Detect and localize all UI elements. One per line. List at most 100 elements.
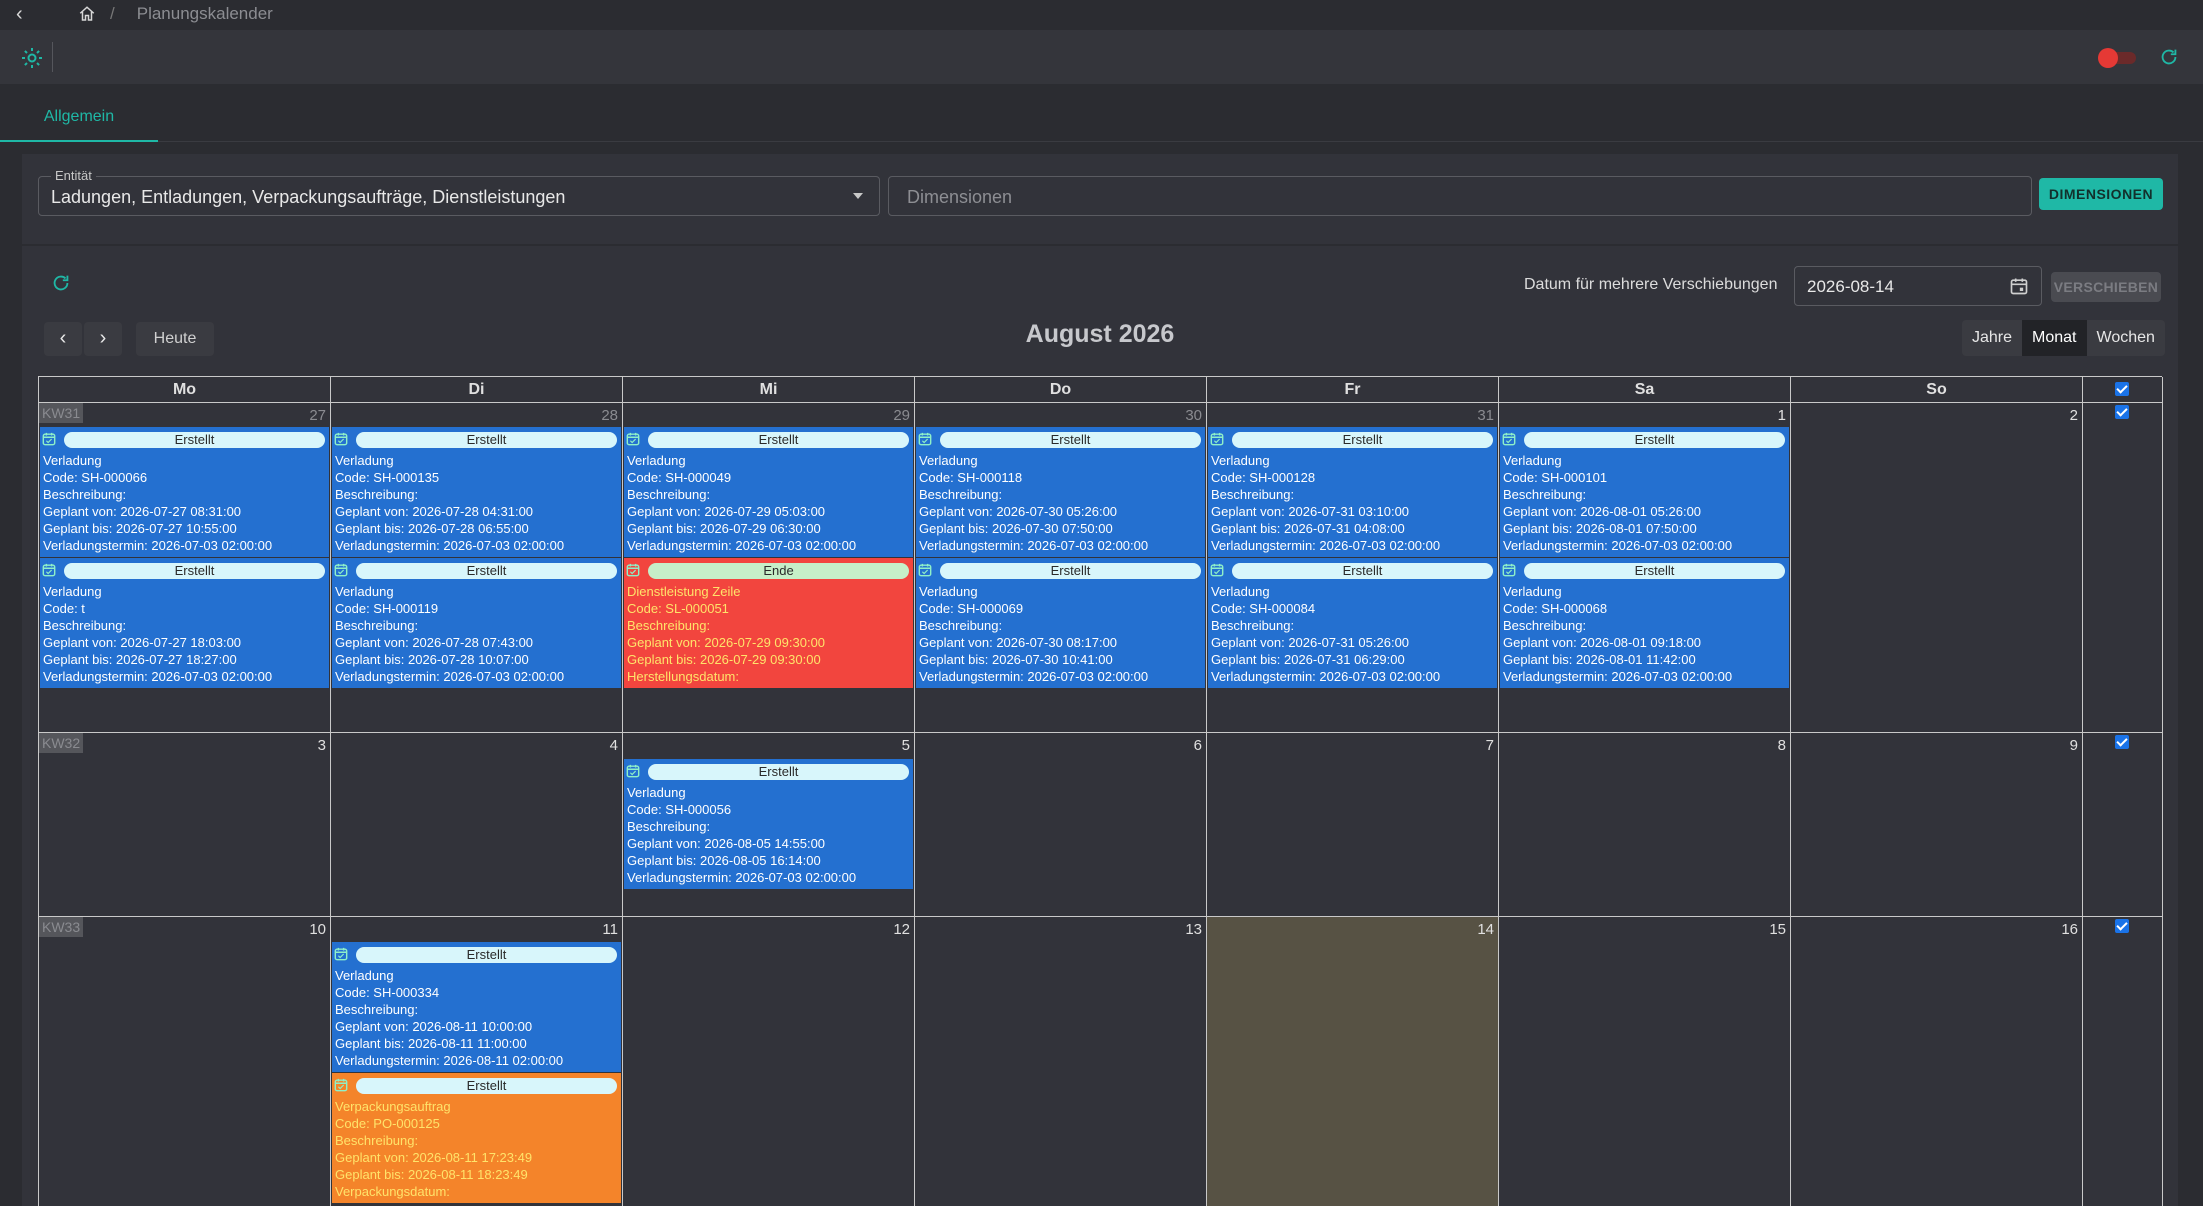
weekday-header: Do xyxy=(915,377,1207,403)
entity-value: Ladungen, Entladungen, Verpackungsaufträ… xyxy=(51,187,566,207)
shift-button[interactable]: VERSCHIEBEN xyxy=(2051,272,2161,302)
event-calendar-icon xyxy=(1210,563,1224,577)
mode-toggle[interactable] xyxy=(2098,48,2138,68)
event-detail-line: Geplant bis: 2026-07-29 09:30:00 xyxy=(627,652,821,667)
event-detail-line: Beschreibung: xyxy=(627,618,711,633)
event-detail-line: Verladungstermin: 2026-07-03 02:00:00 xyxy=(1211,669,1441,684)
shift-date-input[interactable]: 2026-08-14 xyxy=(1794,266,2042,306)
event-detail-line: Geplant bis: 2026-07-30 07:50:00 xyxy=(919,521,1113,536)
event-detail-line: Geplant von: 2026-07-30 08:17:00 xyxy=(919,635,1118,650)
chevron-down-icon[interactable] xyxy=(853,193,863,199)
day-cell[interactable]: 3 KW32 xyxy=(39,733,331,917)
event-detail-line: Geplant bis: 2026-07-30 10:41:00 xyxy=(919,652,1113,667)
event-detail-line: Geplant bis: 2026-08-11 11:00:00 xyxy=(335,1036,527,1051)
event-calendar-icon xyxy=(918,563,932,577)
event-calendar-icon xyxy=(626,432,640,446)
view-weeks-button[interactable]: Wochen xyxy=(2087,320,2165,356)
event-header: Erstellt xyxy=(916,561,1205,581)
event-detail-line: Code: SH-000049 xyxy=(627,470,732,485)
calendar-event[interactable]: Erstellt Verladung Code: SH-000069 Beschrei… xyxy=(916,558,1205,688)
event-details: Dienstleistung Zeile Code: SL-000051 Besch… xyxy=(624,583,913,685)
calendar-event[interactable]: Erstellt Verladung Code: SH-000334 Beschrei… xyxy=(332,942,621,1072)
event-detail-line: Verladungstermin: 2026-07-03 02:00:00 xyxy=(1211,538,1441,553)
day-number: 13 xyxy=(1185,921,1202,938)
event-header: Erstellt xyxy=(1500,561,1789,581)
event-detail-line: Geplant bis: 2026-08-05 16:14:00 xyxy=(627,853,821,868)
day-cell[interactable]: 6 xyxy=(915,733,1207,917)
event-detail-line: Geplant bis: 2026-07-28 10:07:00 xyxy=(335,652,529,667)
view-years-button[interactable]: Jahre xyxy=(1962,320,2022,356)
event-detail-line: Geplant von: 2026-07-29 09:30:00 xyxy=(627,635,826,650)
day-cell[interactable]: 12 xyxy=(623,917,915,1206)
dimensions-placeholder: Dimensionen xyxy=(907,187,1013,207)
dimensions-input[interactable]: Dimensionen xyxy=(888,176,2032,216)
week-select-cell xyxy=(2083,733,2163,917)
event-calendar-icon xyxy=(42,432,56,446)
week-select-checkbox[interactable] xyxy=(2115,405,2129,419)
event-detail-line: Code: SL-000051 xyxy=(627,601,729,616)
day-number: 10 xyxy=(309,921,326,938)
calendar-event[interactable]: Erstellt Verladung Code: SH-000118 Beschrei… xyxy=(916,427,1205,557)
day-cell[interactable]: 9 xyxy=(1791,733,2083,917)
weekday-header: Mi xyxy=(623,377,915,403)
event-details: Verladung Code: SH-000049 Beschreibung: Gep… xyxy=(624,452,913,554)
refresh-icon[interactable] xyxy=(2158,46,2180,68)
dimensions-button[interactable]: DIMENSIONEN xyxy=(2039,178,2163,210)
day-cell[interactable]: 15 xyxy=(1499,917,1791,1206)
entity-select[interactable]: Entität Ladungen, Entladungen, Verpackun… xyxy=(38,168,880,216)
event-header: Erstellt xyxy=(1208,561,1497,581)
event-details: Verladung Code: SH-000066 Beschreibung: Gep… xyxy=(40,452,329,554)
event-calendar-icon xyxy=(1502,563,1516,577)
event-calendar-icon xyxy=(334,1078,348,1092)
event-detail-line: Geplant von: 2026-08-01 05:26:00 xyxy=(1503,504,1702,519)
calendar-event[interactable]: Erstellt Verladung Code: SH-000101 Beschrei… xyxy=(1500,427,1789,557)
calendar-refresh-icon[interactable] xyxy=(50,272,72,294)
gear-icon[interactable] xyxy=(20,46,44,70)
event-calendar-icon xyxy=(626,563,640,577)
event-detail-line: Geplant bis: 2026-08-01 11:42:00 xyxy=(1503,652,1696,667)
day-cell[interactable]: 4 xyxy=(331,733,623,917)
calendar-event[interactable]: Erstellt Verladung Code: SH-000135 Beschrei… xyxy=(332,427,621,557)
day-cell[interactable]: 2 xyxy=(1791,403,2083,733)
day-cell[interactable]: 10 KW33 xyxy=(39,917,331,1206)
calendar-icon[interactable] xyxy=(2009,276,2029,296)
calendar-event[interactable]: Erstellt Verladung Code: SH-000056 Beschrei… xyxy=(624,759,913,889)
event-detail-line: Beschreibung: xyxy=(627,487,711,502)
event-detail-line: Herstellungsdatum: xyxy=(627,669,739,684)
week-select-checkbox[interactable] xyxy=(2115,919,2129,933)
day-number: 30 xyxy=(1185,407,1202,424)
event-detail-line: Code: SH-000066 xyxy=(43,470,148,485)
calendar-event[interactable]: Erstellt Verladung Code: SH-000084 Beschrei… xyxy=(1208,558,1497,688)
back-arrow-icon[interactable]: ‹ xyxy=(16,4,32,24)
calendar-event[interactable]: Erstellt Verladung Code: SH-000066 Beschrei… xyxy=(40,427,329,557)
week-number: KW32 xyxy=(39,733,84,753)
day-cell[interactable]: 7 xyxy=(1207,733,1499,917)
calendar-event[interactable]: Erstellt Verladung Code: SH-000049 Beschrei… xyxy=(624,427,913,557)
calendar-event[interactable]: Erstellt Verladung Code: SH-000119 Beschrei… xyxy=(332,558,621,688)
event-detail-line: Beschreibung: xyxy=(627,819,711,834)
event-status-badge: Erstellt xyxy=(648,764,909,780)
calendar-event[interactable]: Erstellt Verpackungsauftrag Code: PO-00012… xyxy=(332,1073,621,1203)
view-month-button[interactable]: Monat xyxy=(2022,320,2087,356)
day-cell[interactable]: 14 xyxy=(1207,917,1499,1206)
event-detail-line: Verladungstermin: 2026-07-03 02:00:00 xyxy=(627,870,857,885)
event-detail-line: Geplant von: 2026-08-11 10:00:00 xyxy=(335,1019,533,1034)
day-cell[interactable]: 13 xyxy=(915,917,1207,1206)
event-status-badge: Erstellt xyxy=(356,563,617,579)
event-detail-line: Geplant bis: 2026-07-29 06:30:00 xyxy=(627,521,821,536)
day-cell[interactable]: 8 xyxy=(1499,733,1791,917)
calendar-event[interactable]: Erstellt Verladung Code: t Beschreibung: Gep… xyxy=(40,558,329,688)
tab-allgemein[interactable]: Allgemein xyxy=(0,108,158,142)
calendar-event[interactable]: Erstellt Verladung Code: SH-000068 Beschrei… xyxy=(1500,558,1789,688)
select-all-checkbox[interactable] xyxy=(2115,382,2129,396)
event-detail-line: Verladung xyxy=(43,584,102,599)
event-detail-line: Geplant bis: 2026-07-28 06:55:00 xyxy=(335,521,529,536)
calendar-event[interactable]: Ende Dienstleistung Zeile Code: SL-000051 B… xyxy=(624,558,913,688)
home-icon[interactable] xyxy=(78,5,96,23)
week-select-checkbox[interactable] xyxy=(2115,735,2129,749)
top-bar: ‹ / Planungskalender xyxy=(0,0,2203,28)
day-cell[interactable]: 16 xyxy=(1791,917,2083,1206)
event-detail-line: Verladungstermin: 2026-07-03 02:00:00 xyxy=(1503,669,1733,684)
calendar-event[interactable]: Erstellt Verladung Code: SH-000128 Beschrei… xyxy=(1208,427,1497,557)
event-detail-line: Code: SH-000084 xyxy=(1211,601,1316,616)
